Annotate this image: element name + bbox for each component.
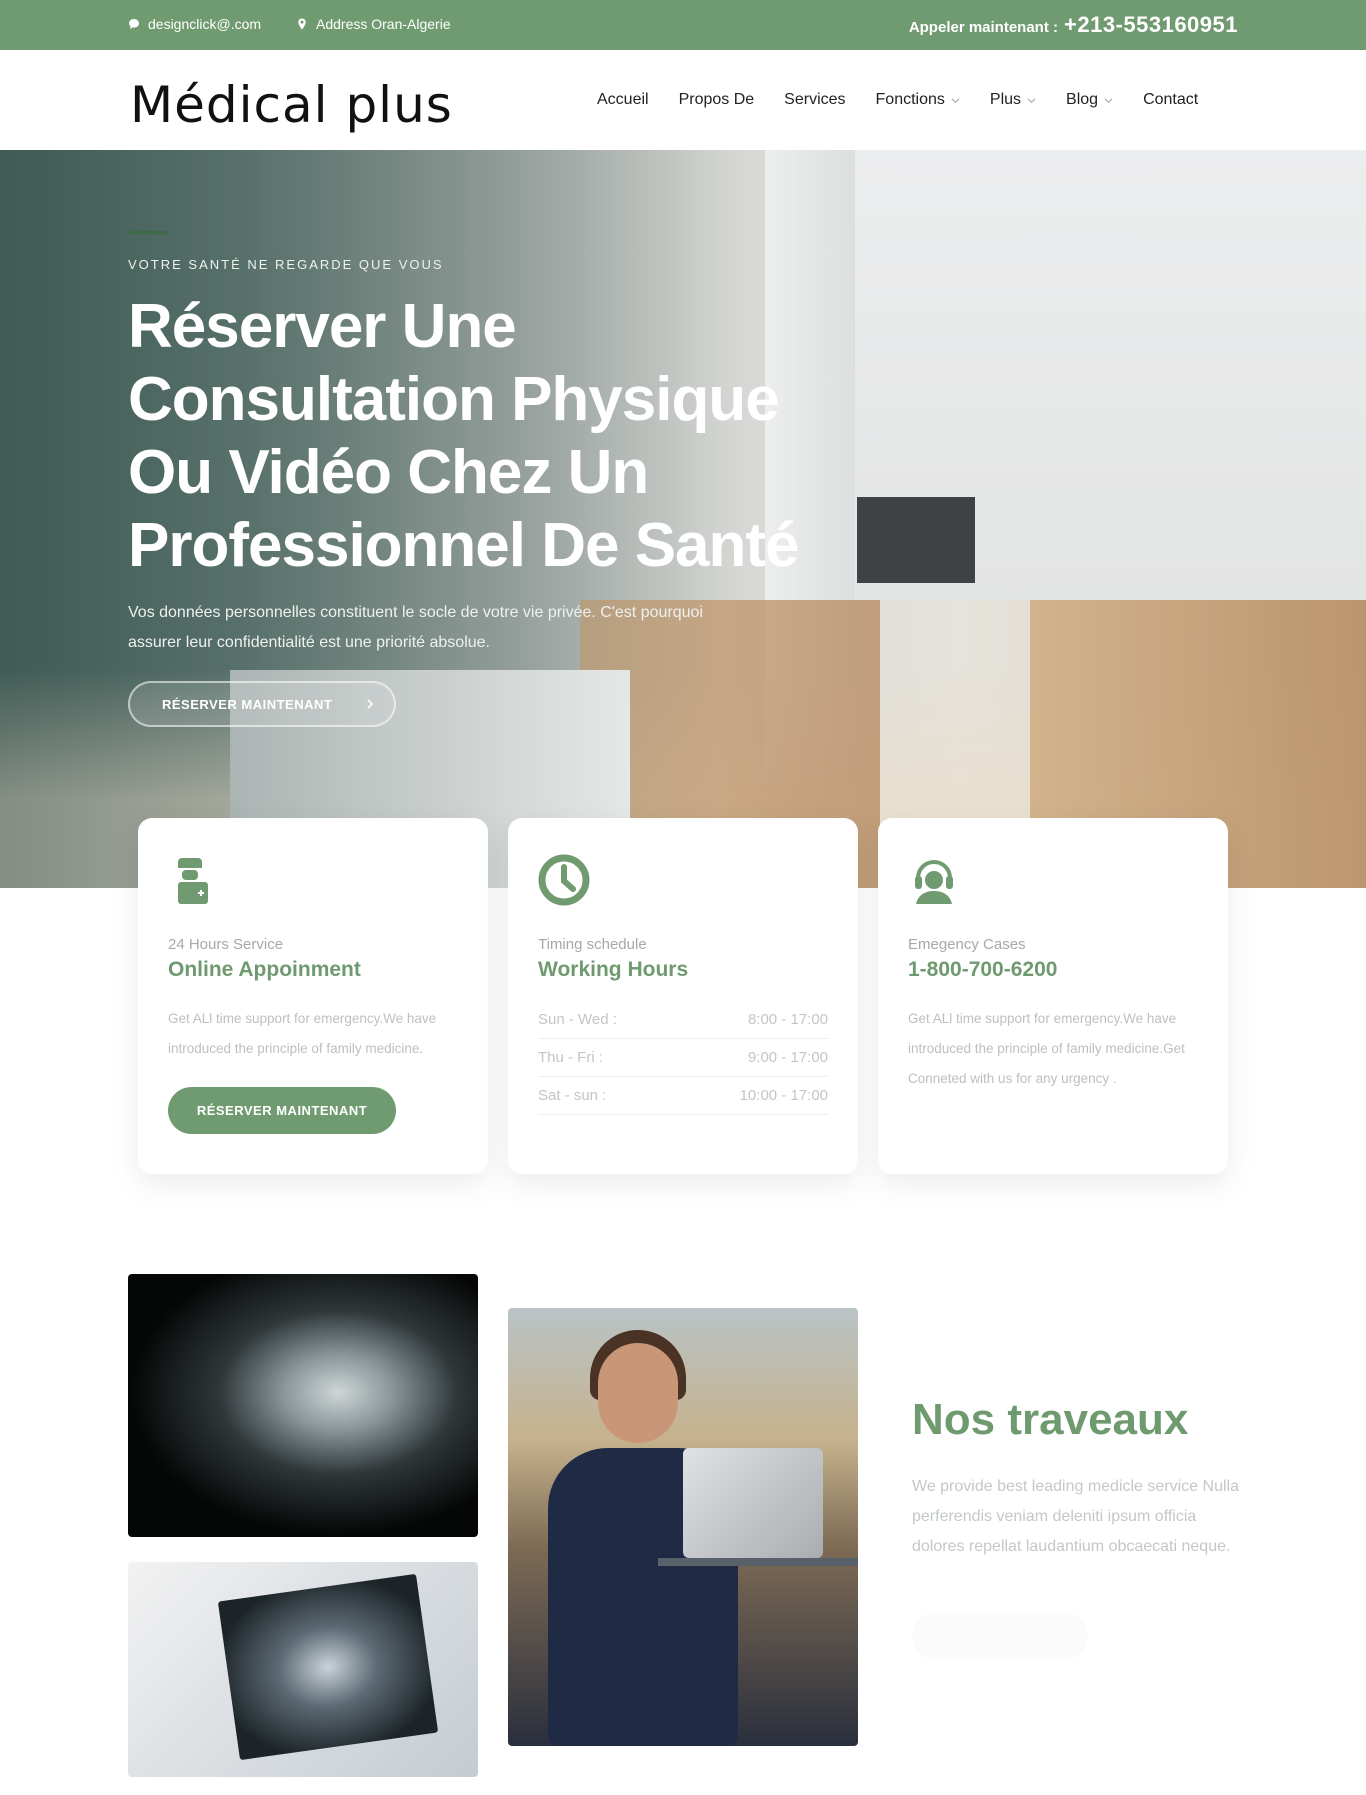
works-button[interactable] [912,1612,1088,1660]
menu-item-label: Fonctions [875,91,945,108]
hero-title-line: Ou Vidéo Chez Un [128,438,649,507]
table [658,1558,858,1566]
hero-title-line: Professionnel De Santé [128,511,800,580]
menu-item-label: Blog [1066,91,1099,108]
hero-bg-screen [857,497,975,583]
site-logo[interactable]: Médical plus [130,76,453,134]
schedule-day: Sat - sun : [538,1087,607,1104]
works-title: Nos traveaux [912,1395,1189,1444]
book-appointment-button[interactable]: RÉSERVER MAINTENANT [168,1087,396,1134]
hero-title: Réserver Une Consultation Physique Ou Vi… [128,290,808,582]
hero-title-line: Réserver Une [128,292,517,361]
menu-item-accueil[interactable]: Accueil [597,91,649,109]
email-text: designclick@.com [148,16,262,32]
hero-eyebrow: VOTRE SANTÉ NE REGARDE QUE VOUS [128,257,444,272]
menu-item-services[interactable]: Services [784,91,845,109]
card-subtitle: Timing schedule [538,936,647,953]
menu-item-plus[interactable]: Plus [990,91,1036,109]
card-subtitle: 24 Hours Service [168,936,284,953]
menu-item-label: Accueil [597,91,649,108]
menu-item-contact[interactable]: Contact [1143,91,1198,109]
schedule-day: Sun - Wed : [538,1011,617,1028]
schedule-time: 8:00 - 17:00 [747,1011,828,1028]
schedule-time: 10:00 - 17:00 [739,1087,828,1104]
chevron-right-icon [367,699,374,709]
emergency-card: Emegency Cases 1-800-700-6200 Get ALl ti… [878,818,1228,1174]
headset-icon [915,860,953,904]
card-title: Working Hours [538,958,689,981]
address-text: Address Oran-Algerie [316,16,451,32]
schedule-row: Sun - Wed : 8:00 - 17:00 [538,1001,828,1039]
schedule-table: Sun - Wed : 8:00 - 17:00 Thu - Fri : 9:0… [538,1001,828,1115]
doctor-laptop-image [508,1308,858,1746]
card-text: Get ALl time support for emergency.We ha… [908,1011,1185,1086]
card-title: Online Appoinment [168,958,361,981]
schedule-day: Thu - Fri : [538,1049,604,1066]
hero-description: Vos données personnelles constituent le … [128,604,703,651]
chevron-down-icon [1027,97,1036,103]
menu-item-label: Propos De [678,91,755,108]
doctor-face [598,1343,678,1443]
doctor-icon [178,858,208,904]
chevron-down-icon [951,97,960,103]
emergency-phone[interactable]: 1-800-700-6200 [908,958,1057,982]
chest-xray-image [128,1274,478,1537]
menu-item-blog[interactable]: Blog [1066,91,1113,109]
card-subtitle: Emegency Cases [908,936,1026,953]
menu-item-label: Contact [1143,91,1199,108]
address-contact: Address Oran-Algerie [296,16,451,32]
schedule-row: Thu - Fri : 9:00 - 17:00 [538,1039,828,1077]
main-header: Médical plus Accueil Propos De Services … [0,50,1366,150]
hero-book-button[interactable]: RÉSERVER MAINTENANT [128,681,396,727]
main-menu: Accueil Propos De Services Fonctions Plu… [597,91,1198,109]
hero-accent-line [128,231,168,234]
working-hours-card: Timing schedule Working Hours Sun - Wed … [508,818,858,1174]
clock-icon [538,854,590,906]
laptop [683,1448,823,1558]
appointment-card: 24 Hours Service Online Appoinment Get A… [138,818,488,1174]
call-number[interactable]: +213-553160951 [1064,12,1238,38]
menu-item-fonctions[interactable]: Fonctions [876,91,960,109]
schedule-time: 9:00 - 17:00 [747,1049,828,1066]
menu-item-label: Plus [989,91,1022,108]
doctor-holding-xray-image [128,1562,478,1777]
works-description: We provide best leading medicle service … [912,1478,1239,1555]
call-label: Appeler maintenant : [908,19,1058,36]
chat-icon [129,19,139,29]
call-now[interactable]: Appeler maintenant : +213-553160951 [909,12,1238,38]
card-text: Get ALl time support for emergency.We ha… [168,1011,437,1056]
location-pin-icon [298,18,306,30]
schedule-row: Sat - sun : 10:00 - 17:00 [538,1077,828,1115]
top-bar: designclick@.com Address Oran-Algerie Ap… [0,0,1366,50]
hero-title-line: Consultation Physique [128,365,780,434]
menu-item-label: Services [784,91,846,108]
hero-book-button-label: RÉSERVER MAINTENANT [162,696,333,712]
email-contact[interactable]: designclick@.com [128,16,261,32]
xray-film [217,1573,439,1761]
chevron-down-icon [1104,97,1113,103]
menu-item-propos[interactable]: Propos De [679,91,755,109]
